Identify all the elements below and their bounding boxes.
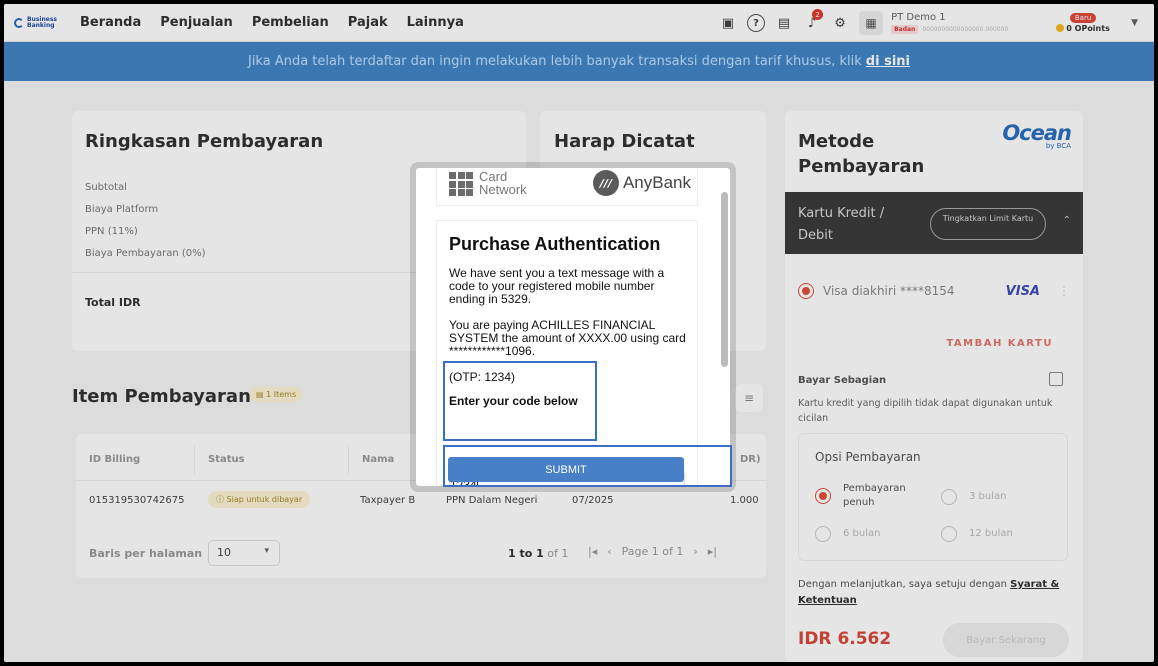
payment-message: You are paying ACHILLES FINANCIAL SYSTEM… (449, 318, 686, 358)
modal-header: Card Network /// AnyBank (436, 168, 698, 206)
modal-scrollbar[interactable] (721, 192, 728, 367)
modal-title: Purchase Authentication (449, 234, 661, 254)
bank-logo: /// AnyBank (592, 170, 691, 196)
highlight-otp-box (443, 361, 597, 441)
highlight-submit-box (443, 445, 732, 487)
card-network-label: Card Network (479, 169, 527, 197)
card-network-icon (449, 172, 473, 196)
bank-icon: /// (592, 170, 619, 196)
sms-message: We have sent you a text message with a c… (449, 266, 665, 306)
